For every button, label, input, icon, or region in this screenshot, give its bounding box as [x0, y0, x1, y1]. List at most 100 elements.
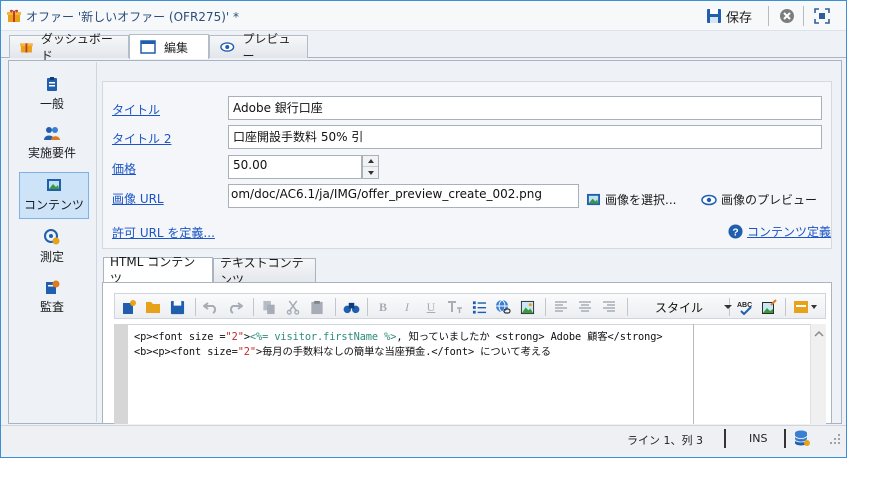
content-definition-link[interactable]: ? コンテンツ定義	[728, 223, 831, 240]
insert-image-button[interactable]	[517, 297, 537, 317]
tab-dashboard[interactable]: ダッシュボード	[9, 32, 129, 63]
stepper-up-button[interactable]	[363, 156, 378, 167]
code-token: , 知っていましたか <strong> Adobe 顧客</strong>	[396, 331, 663, 343]
nav-divider	[96, 62, 97, 422]
image-icon	[520, 300, 534, 314]
sidebar-item-audit[interactable]: 監査	[20, 279, 84, 315]
panel-options-button[interactable]	[791, 297, 821, 317]
open-folder-button[interactable]	[143, 297, 163, 317]
title2-input[interactable]: 口座開設手数料 50% 引	[228, 125, 822, 149]
scroll-up-icon	[814, 330, 824, 337]
save-label: 保存	[726, 10, 753, 26]
insert-mode: INS	[749, 432, 768, 445]
undo-icon	[203, 302, 217, 314]
italic-icon: I	[405, 299, 409, 314]
edit-image-button[interactable]	[759, 297, 779, 317]
new-document-button[interactable]	[119, 297, 139, 317]
code-token: "2"	[225, 331, 244, 343]
tab-edit[interactable]: 編集	[129, 34, 209, 59]
cut-button[interactable]	[283, 297, 303, 317]
title-label[interactable]: タイトル	[112, 101, 160, 118]
font-size-button[interactable]	[445, 297, 465, 317]
maximize-icon[interactable]	[814, 8, 830, 24]
sidebar-item-measurement[interactable]: 測定	[20, 229, 84, 265]
arrow-up-icon	[367, 159, 374, 163]
sidebar-item-label: 監査	[39, 300, 64, 314]
code-token: <p><font size =	[134, 331, 226, 343]
image-preview-button[interactable]: 画像のプレビュー	[701, 191, 817, 208]
italic-button[interactable]: I	[397, 297, 417, 317]
insert-link-button[interactable]	[493, 297, 513, 317]
gift-icon	[20, 43, 33, 53]
style-select[interactable]: スタイル	[655, 297, 733, 317]
title2-label[interactable]: タイトル 2	[112, 130, 171, 147]
tab-text-content[interactable]: テキストコンテンツ	[213, 256, 316, 287]
image-url-label[interactable]: 画像 URL	[112, 190, 164, 207]
arrow-down-icon	[367, 170, 374, 175]
sidebar-item-label: 実施要件	[27, 146, 76, 160]
content-definition-label: コンテンツ定義	[747, 225, 832, 239]
image-url-input[interactable]: om/doc/AC6.1/ja/IMG/offer_preview_create…	[228, 184, 579, 208]
redo-button[interactable]	[225, 297, 245, 317]
tab-label: プレビュー	[242, 32, 291, 63]
spellcheck-button[interactable]: ABC	[735, 297, 755, 317]
save-document-button[interactable]	[167, 297, 187, 317]
price-stepper[interactable]	[362, 155, 379, 179]
sidebar-item-label: 測定	[39, 250, 64, 264]
svg-text:?: ?	[732, 227, 738, 238]
title-input[interactable]: Adobe 銀行口座	[228, 96, 822, 120]
floppy-disk-icon	[707, 9, 721, 23]
tab-preview[interactable]: プレビュー	[209, 32, 308, 63]
target-icon	[44, 229, 60, 245]
cursor-position: ライン 1、列 3	[627, 434, 703, 447]
list-icon	[472, 301, 486, 314]
price-input[interactable]: 50.00	[228, 155, 362, 179]
code-line-1: <p><font size ="2"><%= visitor.firstName…	[134, 328, 663, 343]
tab-label: ダッシュボード	[40, 32, 113, 63]
list-button[interactable]	[469, 297, 489, 317]
align-center-button[interactable]	[575, 297, 595, 317]
toolbar-separator	[768, 6, 769, 26]
toolbar-separator	[785, 298, 786, 316]
floppy-disk-icon	[170, 300, 184, 314]
new-document-icon	[123, 300, 136, 314]
bold-button[interactable]: B	[373, 297, 393, 317]
style-select-label: スタイル	[655, 300, 704, 315]
select-image-button[interactable]: 画像を選択...	[586, 191, 676, 208]
text-size-icon	[448, 301, 462, 313]
close-icon[interactable]	[779, 8, 795, 24]
users-icon	[44, 127, 60, 140]
tab-html-content[interactable]: HTML コンテンツ	[103, 255, 213, 286]
gift-icon	[7, 9, 21, 22]
underline-button[interactable]: U	[421, 297, 441, 317]
code-token: <b><p><font size=	[134, 346, 238, 358]
find-button[interactable]	[341, 297, 361, 317]
code-scrollbar[interactable]	[810, 324, 826, 424]
database-icon[interactable]	[794, 430, 810, 447]
align-right-button[interactable]	[599, 297, 619, 317]
sidebar-item-content[interactable]: コンテンツ	[19, 172, 89, 219]
save-button[interactable]: 保存	[706, 6, 752, 26]
eye-icon	[701, 194, 717, 205]
audit-icon	[46, 280, 60, 294]
undo-button[interactable]	[201, 297, 221, 317]
price-label[interactable]: 価格	[112, 160, 136, 177]
toolbar-separator	[627, 298, 628, 316]
chevron-down-icon	[724, 305, 733, 309]
toolbar-separator	[545, 298, 546, 316]
paste-button[interactable]	[307, 297, 327, 317]
bold-icon: B	[378, 299, 387, 314]
window-title: オファー '新しいオファー (OFR275)' *	[26, 10, 239, 24]
allowed-url-link[interactable]: 許可 URL を定義...	[112, 224, 215, 241]
align-left-button[interactable]	[551, 297, 571, 317]
sidebar-item-general[interactable]: 一般	[20, 76, 84, 112]
resize-grip-icon[interactable]	[829, 433, 841, 445]
toolbar-separator	[367, 298, 368, 316]
copy-button[interactable]	[259, 297, 279, 317]
code-token: <%= visitor.firstName %>	[249, 331, 397, 343]
sidebar-item-eligibility[interactable]: 実施要件	[20, 125, 84, 161]
folder-icon	[146, 302, 160, 313]
stepper-down-button[interactable]	[363, 167, 378, 178]
status-bar: ライン 1、列 3 INS	[1, 425, 846, 450]
toolbar-separator	[253, 298, 254, 316]
